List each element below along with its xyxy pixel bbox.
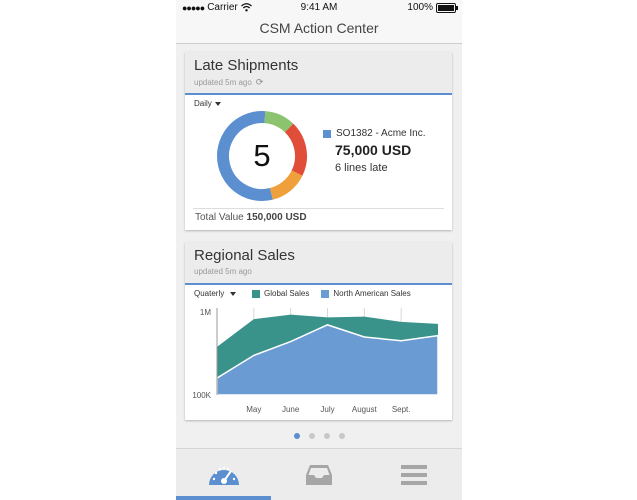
battery-icon — [436, 2, 458, 13]
active-tab-indicator — [176, 496, 271, 500]
tab-bar — [176, 448, 462, 500]
legend-swatch — [323, 129, 331, 138]
order-label: SO1382 - Acme Inc. — [336, 128, 426, 139]
legend-swatch-global — [252, 289, 260, 298]
period-dropdown[interactable]: Daily — [194, 99, 221, 108]
legend-north-america: North American Sales — [333, 289, 411, 298]
x-tick-label: July — [320, 405, 334, 414]
tab-inbox[interactable] — [271, 449, 366, 500]
tab-dashboard[interactable] — [176, 449, 271, 500]
updated-text: updated 5m ago — [194, 267, 252, 276]
quarter-dropdown[interactable]: Quaterly — [194, 289, 237, 298]
legend-global: Global Sales — [264, 289, 310, 298]
phone-screen: ●●●●● Carrier 9:41 AM 100% CSM Action Ce… — [176, 0, 462, 500]
card-divider — [193, 208, 444, 209]
late-shipments-header: Late Shipments updated 5m ago ⟳ — [185, 52, 452, 95]
late-shipments-updated: updated 5m ago ⟳ — [194, 77, 263, 88]
late-count: 5 — [253, 138, 271, 173]
menu-icon — [400, 465, 427, 485]
regional-sales-updated: updated 5m ago — [194, 267, 252, 276]
nav-title: CSM Action Center — [176, 15, 462, 44]
status-right: 100% — [407, 2, 458, 13]
late-shipments-title: Late Shipments — [194, 57, 299, 74]
order-legend: SO1382 - Acme Inc. — [323, 128, 426, 139]
page-dot[interactable] — [308, 433, 315, 439]
chevron-down-icon — [214, 101, 221, 106]
x-tick-label: May — [246, 405, 261, 414]
x-tick-label: Sept. — [392, 405, 411, 414]
regional-sales-chart[interactable]: 1M 100K May June July August Sept. — [185, 300, 452, 420]
page-dot[interactable] — [293, 433, 300, 439]
total-label: Total Value — [195, 212, 244, 223]
chart-legend: Global Sales North American Sales — [252, 289, 411, 298]
page-dot[interactable] — [323, 433, 330, 439]
inbox-icon — [305, 465, 332, 485]
x-tick-label: August — [352, 405, 378, 414]
regional-sales-card[interactable]: Regional Sales updated 5m ago Quaterly G… — [185, 242, 452, 420]
legend-swatch-north-america — [321, 289, 330, 298]
quarter-label: Quaterly — [194, 289, 225, 298]
page-indicator[interactable] — [176, 433, 462, 439]
total-value: Total Value 150,000 USD — [195, 212, 307, 223]
updated-text: updated 5m ago — [194, 78, 252, 87]
x-tick-label: June — [282, 405, 300, 414]
regional-sales-title: Regional Sales — [194, 247, 295, 264]
refresh-icon[interactable]: ⟳ — [256, 77, 264, 88]
y-tick-label: 100K — [192, 391, 211, 400]
regional-sales-header: Regional Sales updated 5m ago — [185, 242, 452, 285]
late-shipments-card[interactable]: Late Shipments updated 5m ago ⟳ Daily 5 … — [185, 52, 452, 230]
battery-percent: 100% — [407, 2, 433, 13]
y-tick-label: 1M — [200, 308, 211, 317]
order-amount: 75,000 USD — [335, 142, 412, 158]
status-bar: ●●●●● Carrier 9:41 AM 100% — [176, 0, 462, 15]
tab-menu[interactable] — [366, 449, 461, 500]
period-label: Daily — [194, 99, 212, 108]
page-dot[interactable] — [338, 433, 345, 439]
chevron-down-icon — [230, 291, 237, 296]
speedometer-icon — [208, 466, 239, 485]
lines-late: 6 lines late — [335, 162, 388, 174]
total-amount: 150,000 USD — [246, 212, 307, 223]
